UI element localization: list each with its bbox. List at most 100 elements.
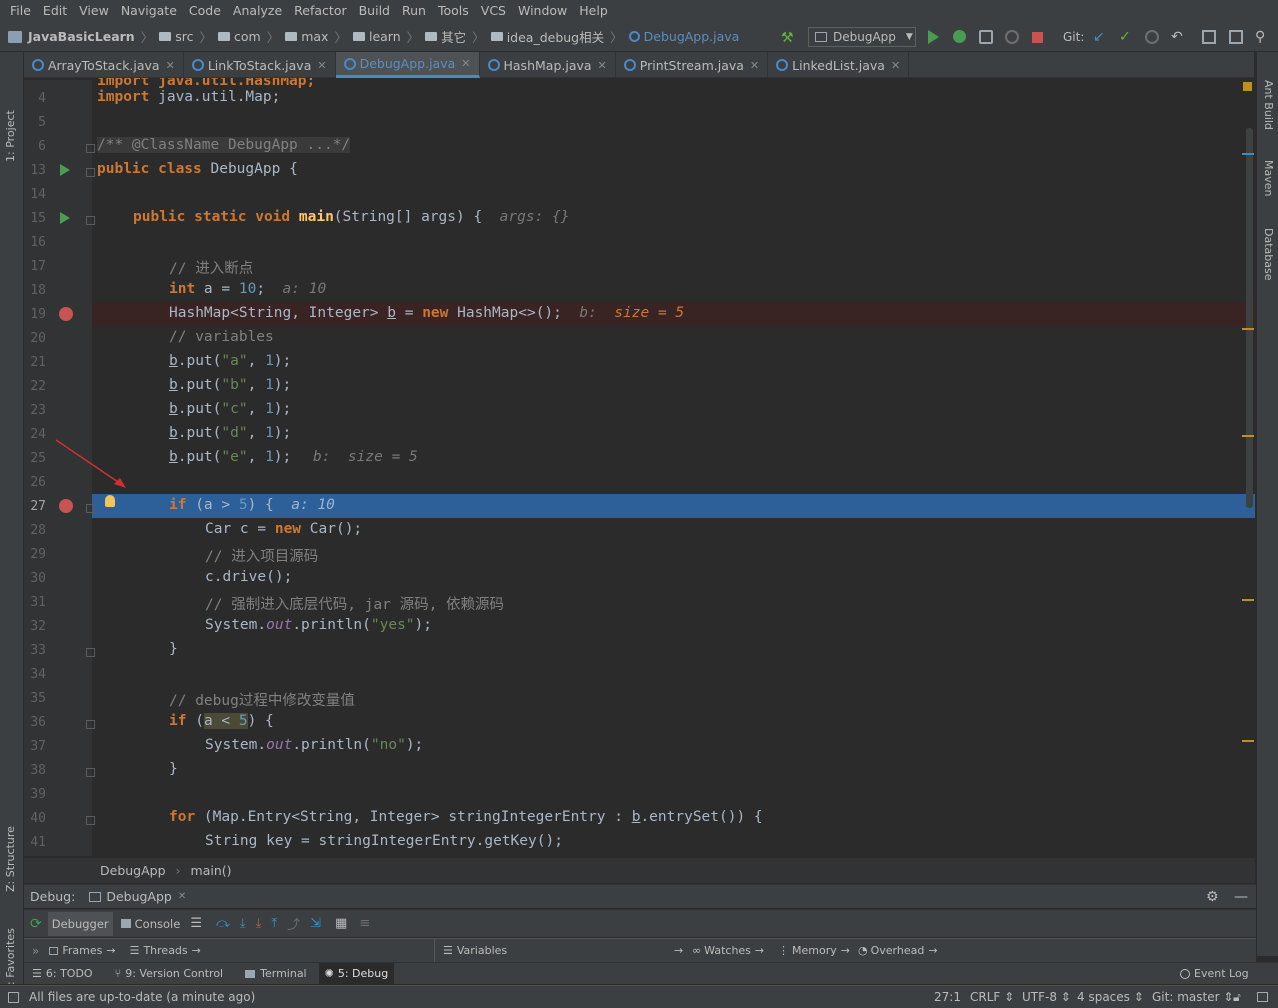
line-separator[interactable]: CRLF ⇕ bbox=[970, 990, 1014, 1004]
close-icon[interactable]: ✕ bbox=[750, 59, 759, 72]
stop-icon[interactable] bbox=[1032, 32, 1043, 43]
run-to-cursor-icon[interactable]: ⇲ bbox=[310, 916, 321, 931]
tab-arraytostack[interactable]: ArrayToStack.java ✕ bbox=[24, 52, 184, 78]
profile-icon[interactable] bbox=[1005, 30, 1019, 44]
menu-item-analyze[interactable]: Analyze bbox=[227, 0, 288, 22]
run-main-icon[interactable] bbox=[60, 212, 70, 224]
close-icon[interactable]: ✕ bbox=[166, 59, 175, 72]
console-tab[interactable]: Console bbox=[135, 917, 181, 931]
menu-item-view[interactable]: View bbox=[73, 0, 115, 22]
tab-printstream[interactable]: PrintStream.java ✕ bbox=[616, 52, 769, 78]
breadcrumb-method[interactable]: main() bbox=[191, 863, 232, 878]
tool-window-icon[interactable] bbox=[1229, 30, 1243, 44]
menu-item-vcs[interactable]: VCS bbox=[475, 0, 512, 22]
editor-scrollbar[interactable] bbox=[1246, 128, 1253, 508]
tab-linktostack[interactable]: LinkToStack.java ✕ bbox=[184, 52, 336, 78]
breadcrumb-item[interactable]: JavaBasicLearn 〉 bbox=[28, 27, 153, 46]
close-icon[interactable]: ✕ bbox=[461, 57, 470, 70]
run-configuration-select[interactable]: DebugApp ▼ bbox=[808, 27, 916, 47]
menu-item-build[interactable]: Build bbox=[353, 0, 396, 22]
tab-linkedlist[interactable]: LinkedList.java ✕ bbox=[768, 52, 910, 78]
evaluate-expression-icon[interactable]: ▦ bbox=[335, 916, 347, 931]
lightbulb-icon[interactable] bbox=[105, 495, 115, 507]
debug-session-tab[interactable]: DebugApp ✕ bbox=[89, 889, 186, 904]
fold-marker-icon[interactable] bbox=[86, 768, 95, 777]
rerun-icon[interactable]: ⟳ bbox=[30, 916, 42, 932]
layout-icon[interactable]: ☰ bbox=[190, 916, 202, 931]
fold-marker-icon[interactable] bbox=[86, 168, 95, 177]
terminal-tool-button[interactable]: Terminal bbox=[245, 967, 307, 980]
breadcrumb-item[interactable]: com 〉 bbox=[218, 27, 279, 46]
event-log-button[interactable]: Event Log bbox=[1180, 967, 1249, 980]
database-tool-button[interactable]: Database bbox=[1262, 228, 1275, 281]
debugger-tab[interactable]: Debugger bbox=[47, 911, 113, 936]
threads-pane[interactable]: ☰ Threads → bbox=[130, 944, 201, 957]
step-over-icon[interactable]: ⤓ bbox=[240, 916, 246, 931]
step-out-icon[interactable]: ⤴ bbox=[287, 914, 300, 933]
breadcrumb-item[interactable]: 其它〉 bbox=[425, 27, 485, 46]
variables-pane[interactable]: ☰ Variables bbox=[434, 938, 507, 963]
fold-marker-icon[interactable] bbox=[86, 144, 95, 153]
rollback-icon[interactable]: ↶ bbox=[1171, 30, 1185, 44]
breakpoint-icon[interactable] bbox=[59, 499, 73, 513]
close-icon[interactable]: ✕ bbox=[317, 59, 326, 72]
build-hammer-icon[interactable]: ⚒ bbox=[781, 30, 795, 46]
lock-icon[interactable]: 🔓︎ bbox=[1233, 990, 1241, 1005]
step-into-icon[interactable]: ⤓ bbox=[256, 916, 262, 931]
trace-icon[interactable]: ≡ bbox=[359, 916, 370, 931]
fold-marker-icon[interactable] bbox=[86, 216, 95, 225]
structure-tool-button[interactable]: Z: Structure bbox=[4, 826, 17, 892]
watches-pane[interactable]: ∞ Watches → bbox=[692, 944, 764, 957]
menu-item-file[interactable]: File bbox=[4, 0, 37, 22]
history-icon[interactable] bbox=[1145, 30, 1159, 44]
git-branch[interactable]: Git: master ⇕ bbox=[1152, 990, 1233, 1004]
vcs-update-icon[interactable]: ↙ bbox=[1093, 30, 1107, 44]
close-icon[interactable]: ✕ bbox=[891, 59, 900, 72]
menu-item-window[interactable]: Window bbox=[512, 0, 573, 22]
fold-marker-icon[interactable] bbox=[86, 816, 95, 825]
close-icon[interactable]: ✕ bbox=[598, 59, 607, 72]
indent-setting[interactable]: 4 spaces ⇕ bbox=[1077, 990, 1144, 1004]
tab-debugapp[interactable]: DebugApp.java ✕ bbox=[335, 52, 480, 78]
search-icon[interactable]: ⚲ bbox=[1255, 30, 1269, 44]
todo-tool-button[interactable]: ☰ 6: TODO bbox=[32, 967, 93, 980]
version-control-tool-button[interactable]: ⑂ 9: Version Control bbox=[115, 967, 224, 980]
menu-item-code[interactable]: Code bbox=[183, 0, 227, 22]
menu-item-tools[interactable]: Tools bbox=[432, 0, 475, 22]
ant-build-tool-button[interactable]: Ant Build bbox=[1262, 80, 1275, 130]
debug-tool-button[interactable]: ✺ 5: Debug bbox=[318, 963, 395, 984]
menu-item-refactor[interactable]: Refactor bbox=[288, 0, 352, 22]
memory-pane[interactable]: ⋮ Memory → bbox=[778, 944, 850, 957]
run-class-icon[interactable] bbox=[60, 164, 70, 176]
run-icon[interactable] bbox=[928, 30, 939, 44]
breakpoint-icon[interactable] bbox=[59, 307, 73, 321]
status-toggle-icon[interactable] bbox=[8, 991, 19, 1003]
minimize-icon[interactable]: — bbox=[1234, 889, 1248, 905]
frames-pane[interactable]: Frames → bbox=[49, 944, 116, 957]
maven-tool-button[interactable]: Maven bbox=[1262, 160, 1275, 196]
favorites-tool-button[interactable]: 2: Favorites bbox=[4, 928, 17, 992]
file-encoding[interactable]: UTF-8 ⇕ bbox=[1022, 990, 1071, 1004]
fold-marker-icon[interactable] bbox=[86, 648, 95, 657]
expand-icon[interactable]: » bbox=[32, 944, 39, 958]
breadcrumb-item[interactable]: learn 〉 bbox=[352, 27, 419, 46]
breadcrumb-class[interactable]: DebugApp bbox=[100, 863, 166, 878]
breadcrumb-item[interactable]: idea_debug相关〉 bbox=[490, 27, 623, 46]
vcs-commit-icon[interactable]: ✓ bbox=[1119, 30, 1133, 44]
close-icon[interactable]: ✕ bbox=[178, 891, 186, 902]
debug-icon[interactable] bbox=[953, 30, 966, 43]
menu-item-edit[interactable]: Edit bbox=[37, 0, 73, 22]
overhead-pane[interactable]: ◔ Overhead → bbox=[858, 944, 938, 957]
force-step-into-icon[interactable]: ⤒ bbox=[271, 916, 277, 931]
caret-position[interactable]: 27:1 bbox=[934, 990, 961, 1004]
menu-item-help[interactable]: Help bbox=[573, 0, 614, 22]
show-execution-point-icon[interactable]: ⤼ bbox=[216, 916, 230, 931]
fold-marker-icon[interactable] bbox=[86, 720, 95, 729]
breadcrumb-item[interactable]: DebugApp.java bbox=[628, 29, 739, 44]
project-tool-button[interactable]: 1: Project bbox=[4, 110, 17, 162]
project-structure-icon[interactable] bbox=[1202, 30, 1216, 44]
breadcrumb-item[interactable]: src 〉 bbox=[159, 27, 212, 46]
run-with-coverage-icon[interactable] bbox=[979, 30, 993, 44]
fold-marker-icon[interactable] bbox=[86, 504, 95, 513]
tab-hashmap[interactable]: HashMap.java ✕ bbox=[480, 52, 616, 78]
